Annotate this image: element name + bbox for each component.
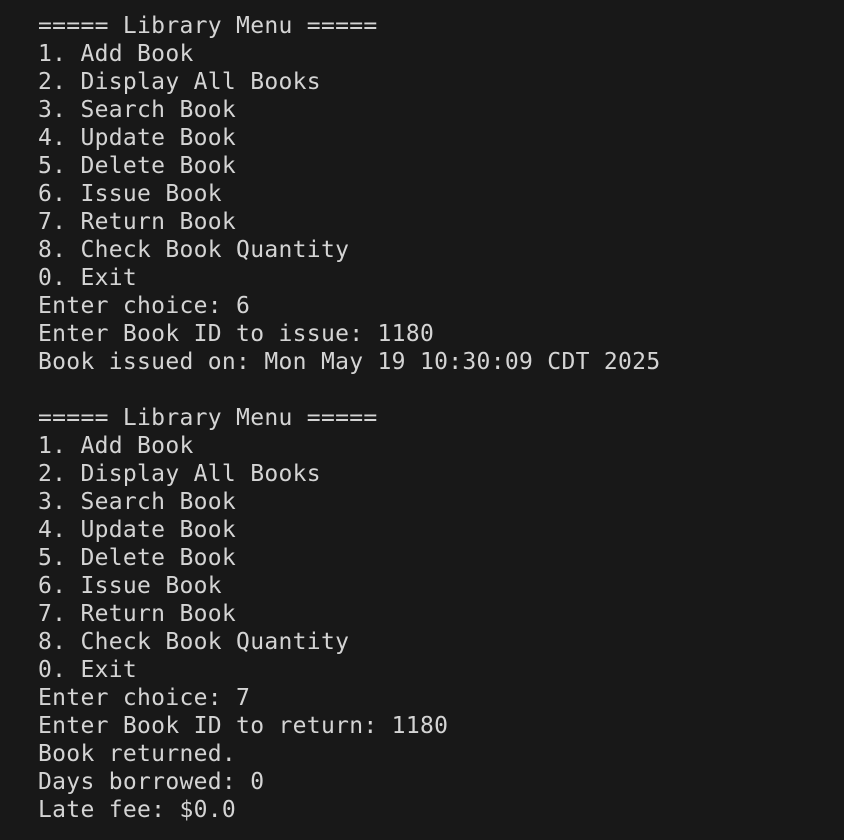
late-fee: Late fee: $0.0: [38, 797, 237, 823]
menu-item: 6. Issue Book: [38, 573, 222, 599]
choice-prompt: Enter choice: 6: [38, 293, 251, 319]
menu-item: 8. Check Book Quantity: [38, 629, 350, 655]
menu-item: 5. Delete Book: [38, 153, 237, 179]
menu-item: 7. Return Book: [38, 601, 237, 627]
menu-item: 7. Return Book: [38, 209, 237, 235]
menu-item: 1. Add Book: [38, 41, 194, 67]
days-borrowed: Days borrowed: 0: [38, 769, 265, 795]
menu-item: 1. Add Book: [38, 433, 194, 459]
choice-prompt: Enter choice: 7: [38, 685, 251, 711]
menu-item: 4. Update Book: [38, 517, 237, 543]
terminal-output[interactable]: ===== Library Menu ===== 1. Add Book 2. …: [0, 0, 844, 840]
menu-item: 5. Delete Book: [38, 545, 237, 571]
book-id-prompt: Enter Book ID to return: 1180: [38, 713, 449, 739]
menu-item: 2. Display All Books: [38, 461, 321, 487]
menu-item: 6. Issue Book: [38, 181, 222, 207]
menu-item: 0. Exit: [38, 265, 138, 291]
book-id-prompt: Enter Book ID to issue: 1180: [38, 321, 435, 347]
menu-header: ===== Library Menu =====: [38, 13, 378, 39]
menu-item: 8. Check Book Quantity: [38, 237, 350, 263]
menu-item: 2. Display All Books: [38, 69, 321, 95]
return-result: Book returned.: [38, 741, 237, 767]
issue-result: Book issued on: Mon May 19 10:30:09 CDT …: [38, 349, 661, 375]
menu-header: ===== Library Menu =====: [38, 405, 378, 431]
menu-item: 0. Exit: [38, 657, 138, 683]
menu-item: 3. Search Book: [38, 97, 237, 123]
menu-item: 4. Update Book: [38, 125, 237, 151]
menu-item: 3. Search Book: [38, 489, 237, 515]
